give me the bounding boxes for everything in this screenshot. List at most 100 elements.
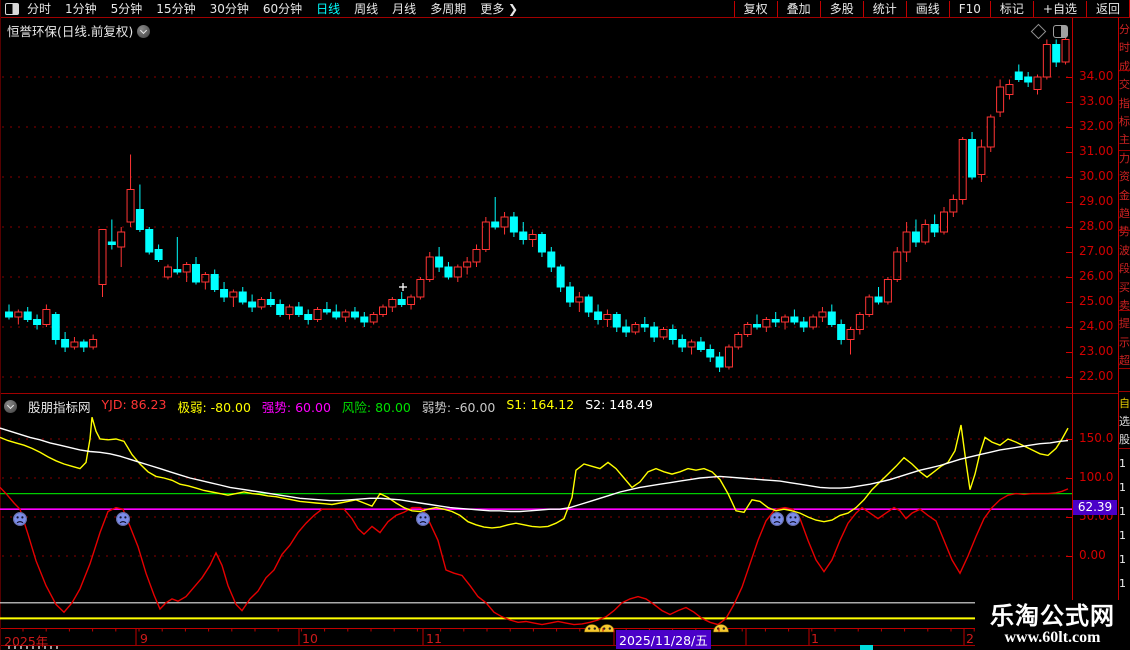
indicator-field: 极弱: -80.00 — [177, 397, 250, 416]
indicator-field: S1: 164.12 — [506, 397, 574, 416]
right-edge-glyph: 波 — [1119, 245, 1130, 256]
candle — [791, 310, 798, 325]
candle — [1015, 65, 1022, 83]
candle — [342, 310, 349, 323]
right-edge-separator — [1119, 150, 1130, 151]
right-edge-glyph: 示 — [1119, 337, 1130, 348]
chart-title-bar: 恒誉环保(日线.前复权) — [7, 21, 150, 40]
candle — [866, 295, 873, 318]
indicator-field: 风险: 80.00 — [342, 397, 411, 416]
price-tick-label: 29.00 — [1079, 194, 1113, 208]
indicator-tick-label: 150.0 — [1079, 431, 1113, 445]
candle — [277, 300, 284, 318]
candle — [828, 305, 835, 328]
date-label-9: 9 — [140, 631, 148, 646]
candle — [679, 335, 686, 353]
watermark-url: www.60lt.com — [975, 629, 1130, 646]
price-tick-dash — [1066, 377, 1072, 378]
candle — [623, 320, 630, 338]
price-tick-dash — [1066, 102, 1072, 103]
candle — [595, 305, 602, 325]
price-tick-label: 33.00 — [1079, 94, 1113, 108]
candle — [193, 257, 200, 285]
candle — [651, 322, 658, 342]
candle — [71, 337, 78, 350]
candle — [323, 302, 330, 315]
candle — [146, 227, 153, 255]
candle — [249, 295, 256, 313]
price-tick-label: 32.00 — [1079, 119, 1113, 133]
smiley-face-marker — [585, 625, 600, 633]
indicator-name: 股朋指标网 — [28, 397, 91, 416]
candle — [286, 305, 293, 320]
price-tick-dash — [1066, 177, 1072, 178]
indicator-chevron-down-icon[interactable] — [4, 400, 17, 413]
split-panel-icon[interactable] — [1053, 25, 1068, 38]
candle — [856, 312, 863, 335]
candle — [370, 312, 377, 325]
stock-title: 恒誉环保(日线.前复权) — [7, 24, 133, 39]
right-edge-glyph: 1 — [1119, 506, 1126, 517]
candle — [164, 265, 171, 280]
candle — [613, 312, 620, 332]
right-edge-glyph: 自 — [1119, 398, 1130, 409]
candle — [6, 305, 13, 320]
candle — [43, 305, 50, 328]
candle — [492, 197, 499, 230]
candle — [454, 265, 461, 283]
indicator-field: 强势: 60.00 — [262, 397, 331, 416]
candle — [464, 257, 471, 275]
diamond-icon[interactable] — [1031, 24, 1047, 40]
candle — [632, 322, 639, 335]
candle — [884, 277, 891, 305]
price-tick-label: 24.00 — [1079, 319, 1113, 333]
candle — [819, 307, 826, 322]
candle — [351, 307, 358, 320]
candle — [959, 137, 966, 205]
candle — [847, 327, 854, 355]
price-tick-label: 28.00 — [1079, 219, 1113, 233]
candle — [997, 80, 1004, 118]
smiley-face-marker — [600, 625, 615, 633]
candle — [576, 292, 583, 312]
right-edge-separator — [1119, 448, 1130, 449]
candle — [258, 297, 265, 310]
candle — [501, 212, 508, 235]
candle — [725, 345, 732, 370]
candle — [239, 287, 246, 305]
candle — [361, 312, 368, 327]
indicator-tick-dash — [1066, 556, 1072, 557]
candle — [520, 222, 527, 245]
candle — [931, 215, 938, 238]
candle — [567, 282, 574, 307]
right-edge-glyph: 指 — [1119, 98, 1130, 109]
candle — [604, 310, 611, 328]
right-edge-glyph: 选 — [1119, 416, 1130, 427]
price-tick-label: 22.00 — [1079, 369, 1113, 383]
indicator-tick-dash — [1066, 439, 1072, 440]
title-chevron-down-icon[interactable] — [137, 25, 150, 38]
candle — [1025, 72, 1032, 87]
price-tick-dash — [1066, 202, 1072, 203]
price-tick-dash — [1066, 227, 1072, 228]
indicator-line-S2 — [0, 428, 1068, 511]
date-label-2025年: 2025年 — [4, 631, 48, 650]
price-tick-dash — [1066, 277, 1072, 278]
watermark-title: 乐淘公式网 — [975, 603, 1130, 629]
watermark: 乐淘公式网 www.60lt.com — [975, 600, 1130, 650]
indicator-line-S1 — [0, 417, 1068, 528]
candle — [707, 345, 714, 363]
candle — [118, 227, 125, 267]
candle — [660, 327, 667, 340]
indicator-tick-dash — [1066, 517, 1072, 518]
candle — [62, 332, 69, 352]
right-edge-glyph: 势 — [1119, 226, 1130, 237]
statusbar-fragment-cyan — [860, 645, 873, 650]
candle — [1062, 35, 1069, 65]
right-edge-separator — [1119, 391, 1130, 392]
candle — [1053, 40, 1060, 68]
candle — [538, 232, 545, 257]
right-edge-separator — [1119, 70, 1130, 71]
right-edge-glyph: 标 — [1119, 116, 1130, 127]
price-tick-label: 26.00 — [1079, 269, 1113, 283]
